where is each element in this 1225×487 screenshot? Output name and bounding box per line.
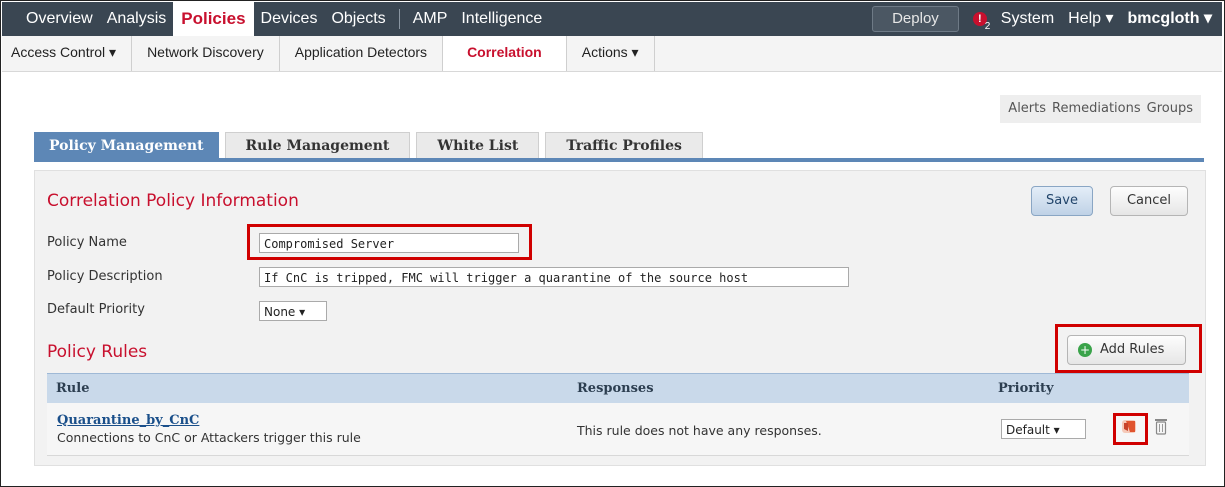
nav-intelligence[interactable]: Intelligence <box>454 2 549 36</box>
highlight-add-rules <box>1055 324 1202 373</box>
deploy-button[interactable]: Deploy <box>872 6 959 32</box>
trash-icon[interactable] <box>1154 417 1168 435</box>
link-alerts[interactable]: Alerts <box>1008 95 1046 123</box>
tab-bar: Policy Management Rule Management White … <box>34 132 703 159</box>
subnav-network-discovery[interactable]: Network Discovery <box>132 36 280 71</box>
highlight-policy-name <box>247 224 532 260</box>
rule-responses: This rule does not have any responses. <box>577 423 822 438</box>
secondary-links: Alerts Remediations Groups <box>1000 95 1201 123</box>
rule-priority-select[interactable]: Default ▾ <box>1001 419 1086 439</box>
rule-name-link[interactable]: Quarantine_by_CnC <box>57 413 199 428</box>
user-menu[interactable]: bmcgloth ▾ <box>1121 2 1222 36</box>
alert-count: 2 <box>984 21 991 32</box>
nav-system[interactable]: System <box>991 2 1061 36</box>
subnav-correlation[interactable]: Correlation <box>443 36 567 71</box>
tab-traffic-profiles[interactable]: Traffic Profiles <box>545 132 703 159</box>
tab-policy-management[interactable]: Policy Management <box>34 132 219 159</box>
nav-objects[interactable]: Objects <box>324 2 392 36</box>
table-row: Quarantine_by_CnC Connections to CnC or … <box>47 403 1189 456</box>
tab-white-list[interactable]: White List <box>416 132 540 159</box>
default-priority-select[interactable]: None ▾ <box>259 301 327 321</box>
alert-icon[interactable]: ! 2 <box>972 12 990 32</box>
link-groups[interactable]: Groups <box>1147 95 1193 123</box>
cancel-button[interactable]: Cancel <box>1110 186 1188 216</box>
col-rule: Rule <box>56 381 90 396</box>
col-responses: Responses <box>577 381 654 396</box>
subnav-access-control[interactable]: Access Control ▾ <box>2 36 133 71</box>
subnav-actions[interactable]: Actions ▾ <box>567 36 655 71</box>
col-actions <box>1110 374 1189 404</box>
nav-help[interactable]: Help ▾ <box>1061 2 1120 36</box>
rules-table-header: Rule Responses Priority <box>47 373 1189 404</box>
subnav-application-detectors[interactable]: Application Detectors <box>280 36 444 71</box>
default-priority-label: Default Priority <box>47 302 145 317</box>
nav-devices[interactable]: Devices <box>254 2 325 36</box>
policy-name-label: Policy Name <box>47 235 127 250</box>
tab-rule-management[interactable]: Rule Management <box>224 132 411 159</box>
section-title-info: Correlation Policy Information <box>47 191 299 211</box>
nav-policies[interactable]: Policies <box>173 2 254 36</box>
nav-overview[interactable]: Overview <box>2 2 100 36</box>
rule-description: Connections to CnC or Attackers trigger … <box>57 430 361 445</box>
save-button[interactable]: Save <box>1031 186 1093 216</box>
nav-divider <box>398 9 400 29</box>
highlight-responses-icon <box>1113 413 1148 445</box>
tab-underline <box>34 158 1204 162</box>
section-title-rules: Policy Rules <box>47 342 148 362</box>
nav-analysis[interactable]: Analysis <box>100 2 174 36</box>
col-priority: Priority <box>998 381 1054 396</box>
top-nav: Overview Analysis Policies Devices Objec… <box>2 2 1222 36</box>
policy-panel: Correlation Policy Information Save Canc… <box>34 170 1206 466</box>
link-remediations[interactable]: Remediations <box>1052 95 1141 123</box>
sub-nav: Access Control ▾ Network Discovery Appli… <box>2 36 1222 72</box>
policy-description-input[interactable]: If CnC is tripped, FMC will trigger a qu… <box>259 267 849 287</box>
policy-description-label: Policy Description <box>47 269 163 284</box>
nav-amp[interactable]: AMP <box>406 2 455 36</box>
